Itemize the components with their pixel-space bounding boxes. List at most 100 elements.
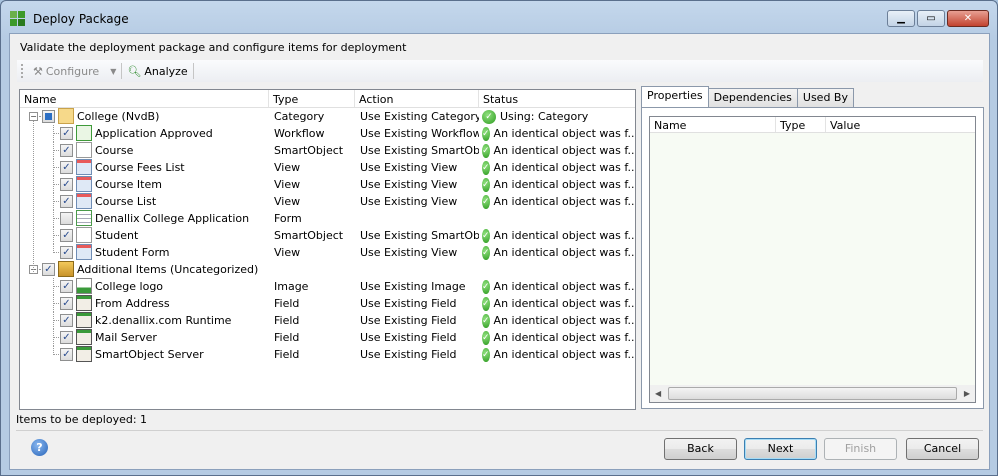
success-check-icon: ✓	[482, 347, 490, 362]
item-action[interactable]: Use Existing Field	[355, 331, 479, 344]
tree-row[interactable]: ✓ Student Form View Use Existing View ✓ An id…	[20, 244, 635, 261]
analyze-button[interactable]: 🔍︎ Analyze	[122, 61, 192, 81]
item-action[interactable]: Use Existing Field	[355, 297, 479, 310]
chevron-down-icon[interactable]: ▼	[110, 67, 116, 76]
tree-row[interactable]: ✓ SmartObject Server Field Use Existing Fie…	[20, 346, 635, 363]
tab-used-by[interactable]: Used By	[796, 88, 854, 107]
checked-checkbox[interactable]: ✓	[42, 263, 55, 276]
tree-row[interactable]: Denallix College Application Form	[20, 210, 635, 227]
checked-checkbox[interactable]: ✓	[60, 178, 73, 191]
item-status: An identical object was f...	[493, 195, 635, 208]
tree-row[interactable]: ✓ Course SmartObject Use Existing SmartOb..…	[20, 142, 635, 159]
prop-column-value[interactable]: Value	[826, 117, 975, 132]
item-action[interactable]: Use Existing Workflow	[355, 127, 479, 140]
tab-dependencies[interactable]: Dependencies	[707, 88, 798, 107]
horizontal-scrollbar[interactable]: ◀ ▶	[650, 385, 975, 402]
item-action[interactable]: Use Existing Field	[355, 314, 479, 327]
collapse-icon[interactable]: −	[29, 112, 38, 121]
success-check-icon: ✓	[482, 330, 490, 345]
tree-row[interactable]: ✓ College logo Image Use Existing Image ✓ An …	[20, 278, 635, 295]
toolbar-separator	[192, 63, 194, 79]
toolbar-grip[interactable]	[21, 64, 24, 78]
checked-checkbox[interactable]: ✓	[60, 297, 73, 310]
tab-properties[interactable]: Properties	[641, 86, 709, 107]
checked-checkbox[interactable]: ✓	[60, 348, 73, 361]
item-type: View	[274, 195, 301, 208]
checked-checkbox[interactable]: ✓	[60, 246, 73, 259]
item-action[interactable]: Use Existing View	[355, 178, 479, 191]
item-action[interactable]: Use Existing SmartOb...	[355, 229, 479, 242]
smartobject-icon	[76, 227, 92, 243]
item-type: Field	[274, 348, 300, 361]
field-icon	[76, 329, 92, 345]
item-action[interactable]: Use Existing View	[355, 195, 479, 208]
column-type[interactable]: Type	[269, 90, 355, 107]
item-action[interactable]: Use Existing View	[355, 246, 479, 259]
box-icon	[58, 261, 74, 277]
minimize-button[interactable]: ▁	[887, 10, 915, 27]
tree-row[interactable]: ✓ Course Item View Use Existing View ✓ An ide…	[20, 176, 635, 193]
tree-row[interactable]: ✓ Course Fees List View Use Existing View ✓ A…	[20, 159, 635, 176]
success-check-icon: ✓	[482, 143, 490, 158]
tree-row[interactable]: − ✓ Additional Items (Uncategorized)	[20, 261, 635, 278]
item-name: Course List	[95, 195, 157, 208]
item-type: SmartObject	[274, 144, 344, 157]
unchecked-checkbox[interactable]	[60, 212, 73, 225]
checked-checkbox[interactable]: ✓	[60, 280, 73, 293]
checked-checkbox[interactable]: ✓	[60, 314, 73, 327]
item-type: View	[274, 161, 301, 174]
tree-row[interactable]: − College (NvdB) Category Use Existing Cate…	[20, 108, 635, 125]
cancel-button[interactable]: Cancel	[906, 438, 979, 460]
close-button[interactable]: ✕	[947, 10, 989, 27]
folder-icon	[58, 108, 74, 124]
item-type: Category	[274, 110, 325, 123]
checked-checkbox[interactable]: ✓	[60, 331, 73, 344]
success-check-icon: ✓	[482, 228, 490, 243]
analyze-icon: 🔍︎	[127, 64, 142, 78]
success-check-icon: ✓	[482, 296, 490, 311]
prop-column-type[interactable]: Type	[776, 117, 826, 132]
tree-row[interactable]: ✓ Student SmartObject Use Existing SmartOb.…	[20, 227, 635, 244]
success-check-icon: ✓	[482, 160, 490, 175]
help-icon[interactable]: ?	[31, 439, 48, 456]
column-status[interactable]: Status	[479, 90, 635, 107]
maximize-button[interactable]: ▭	[917, 10, 945, 27]
column-action[interactable]: Action	[355, 90, 479, 107]
partial-checkbox[interactable]	[42, 110, 55, 123]
checked-checkbox[interactable]: ✓	[60, 161, 73, 174]
item-name: Student	[95, 229, 139, 242]
tree-row[interactable]: ✓ Application Approved Workflow Use Existin…	[20, 125, 635, 142]
prop-column-name[interactable]: Name	[650, 117, 776, 132]
checked-checkbox[interactable]: ✓	[60, 229, 73, 242]
tree-row[interactable]: ✓ From Address Field Use Existing Field ✓ An …	[20, 295, 635, 312]
item-name: Course Fees List	[95, 161, 185, 174]
view-icon	[76, 193, 92, 209]
deploy-package-window: Deploy Package ▁ ▭ ✕ Validate the deploy…	[0, 0, 998, 476]
workflow-icon	[76, 125, 92, 141]
column-name[interactable]: Name	[20, 90, 269, 107]
item-type: Field	[274, 314, 300, 327]
configure-button[interactable]: ⚒ Configure ▼	[28, 61, 121, 81]
item-action[interactable]: Use Existing Image	[355, 280, 479, 293]
finish-button[interactable]: Finish	[824, 438, 897, 460]
item-action[interactable]: Use Existing Field	[355, 348, 479, 361]
item-status: An identical object was f...	[493, 229, 635, 242]
success-check-icon: ✓	[482, 194, 490, 209]
checked-checkbox[interactable]: ✓	[60, 144, 73, 157]
scrollbar-thumb[interactable]	[668, 387, 957, 400]
item-action[interactable]: Use Existing View	[355, 161, 479, 174]
tree-row[interactable]: ✓ k2.denallix.com Runtime Field Use Existin…	[20, 312, 635, 329]
checked-checkbox[interactable]: ✓	[60, 195, 73, 208]
tree-row[interactable]: ✓ Mail Server Field Use Existing Field ✓ An i…	[20, 329, 635, 346]
item-action[interactable]: Use Existing SmartOb...	[355, 144, 479, 157]
item-name: Denallix College Application	[95, 212, 250, 225]
next-button[interactable]: Next	[744, 438, 817, 460]
item-action[interactable]: Use Existing Category	[355, 110, 479, 123]
tree-row[interactable]: ✓ Course List View Use Existing View ✓ An ide…	[20, 193, 635, 210]
back-button[interactable]: Back	[664, 438, 737, 460]
success-check-icon: ✓	[482, 313, 490, 328]
item-status: An identical object was f...	[493, 161, 635, 174]
item-type: View	[274, 246, 301, 259]
item-status: An identical object was f...	[493, 144, 635, 157]
checked-checkbox[interactable]: ✓	[60, 127, 73, 140]
